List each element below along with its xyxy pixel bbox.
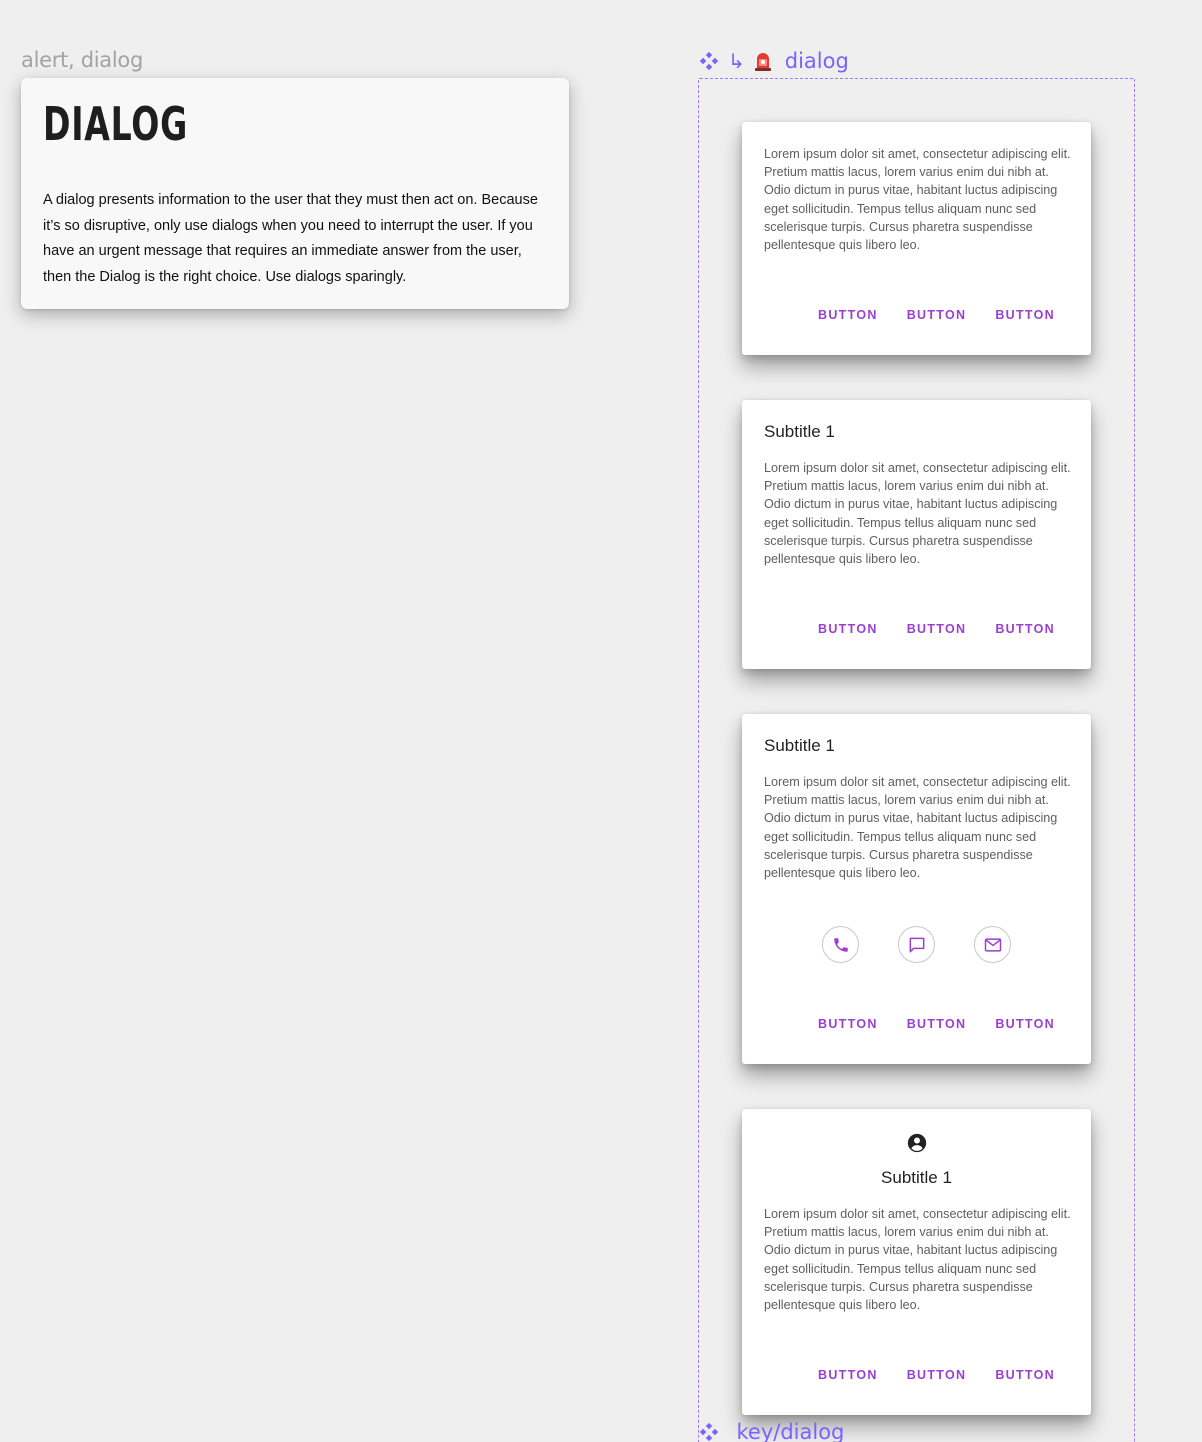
dialog-button-2[interactable]: BUTTON <box>907 1368 967 1382</box>
dialog-button-3[interactable]: BUTTON <box>995 622 1055 636</box>
dialog-with-icons: Subtitle 1 Lorem ipsum dolor sit amet, c… <box>742 714 1091 1064</box>
dialog-button-1[interactable]: BUTTON <box>818 1017 878 1031</box>
frame-label: alert, dialog <box>21 48 143 72</box>
dialog-icon-row <box>822 926 1011 963</box>
dialog-button-3[interactable]: BUTTON <box>995 1368 1055 1382</box>
doc-description: A dialog presents information to the use… <box>43 192 538 285</box>
dialog-button-1[interactable]: BUTTON <box>818 1368 878 1382</box>
dialog-button-2[interactable]: BUTTON <box>907 308 967 322</box>
mail-button[interactable] <box>974 926 1011 963</box>
component-icon <box>699 1422 719 1442</box>
dialog-with-avatar: Subtitle 1 Lorem ipsum dolor sit amet, c… <box>742 1109 1091 1415</box>
dialog-body: Lorem ipsum dolor sit amet, consectetur … <box>764 147 1071 253</box>
dialog-actions: BUTTON BUTTON BUTTON <box>818 1017 1055 1031</box>
chat-button[interactable] <box>898 926 935 963</box>
mail-icon <box>984 937 1001 952</box>
dialog-actions: BUTTON BUTTON BUTTON <box>818 622 1055 636</box>
dialog-body: Lorem ipsum dolor sit amet, consectetur … <box>764 461 1071 567</box>
dialog-with-title: Subtitle 1 Lorem ipsum dolor sit amet, c… <box>742 400 1091 669</box>
dialog-actions: BUTTON BUTTON BUTTON <box>818 1368 1055 1382</box>
key-component-label[interactable]: _key/dialog <box>698 1420 844 1442</box>
phone-icon <box>833 937 848 952</box>
key-component-name: _key/dialog <box>726 1420 845 1442</box>
dialog-body: Lorem ipsum dolor sit amet, consectetur … <box>764 1207 1071 1313</box>
chat-icon <box>909 937 924 952</box>
dialog-button-2[interactable]: BUTTON <box>907 622 967 636</box>
component-header[interactable]: ↳ dialog <box>698 46 849 76</box>
dialog-button-3[interactable]: BUTTON <box>995 308 1055 322</box>
doc-title: DIALOG <box>43 97 189 151</box>
account-circle-icon <box>907 1133 927 1153</box>
documentation-card: DIALOG A dialog presents information to … <box>21 78 569 309</box>
dialog-button-3[interactable]: BUTTON <box>995 1017 1055 1031</box>
dialog-text-only: Lorem ipsum dolor sit amet, consectetur … <box>742 122 1091 355</box>
dialog-subtitle: Subtitle 1 <box>881 1168 952 1187</box>
siren-icon <box>754 53 771 71</box>
component-name: dialog <box>784 49 849 73</box>
component-icon <box>699 51 719 71</box>
dialog-button-1[interactable]: BUTTON <box>818 622 878 636</box>
dialog-button-1[interactable]: BUTTON <box>818 308 878 322</box>
dialog-body: Lorem ipsum dolor sit amet, consectetur … <box>764 775 1071 881</box>
dialog-button-2[interactable]: BUTTON <box>907 1017 967 1031</box>
dialog-subtitle: Subtitle 1 <box>764 422 835 441</box>
nested-arrow-icon: ↳ <box>728 49 745 73</box>
phone-button[interactable] <box>822 926 859 963</box>
dialog-subtitle: Subtitle 1 <box>764 736 835 755</box>
dialog-actions: BUTTON BUTTON BUTTON <box>818 308 1055 322</box>
